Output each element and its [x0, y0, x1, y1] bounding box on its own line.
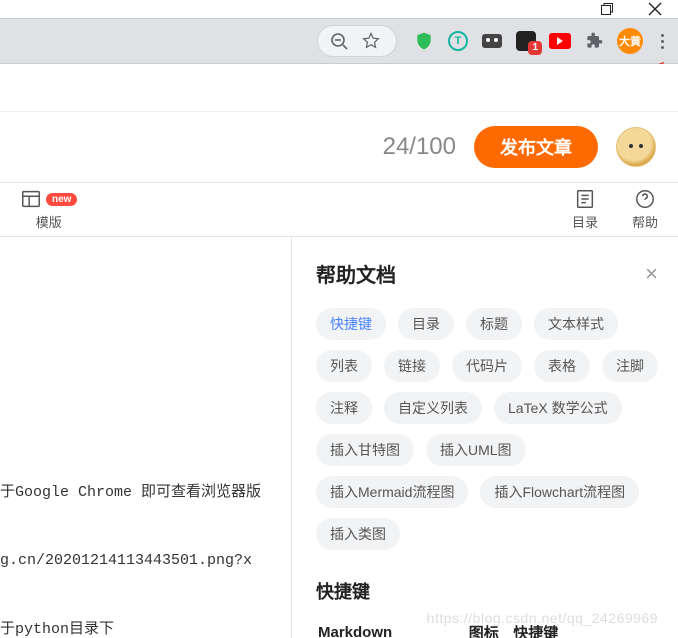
window-controls	[596, 0, 678, 18]
char-count: 24/100	[383, 133, 456, 161]
help-pill[interactable]: 代码片	[452, 350, 522, 382]
profile-avatar[interactable]: 大黄	[617, 28, 643, 54]
help-pill[interactable]: 插入甘特图	[316, 434, 414, 466]
new-badge: new	[46, 193, 77, 206]
publish-button[interactable]: 发布文章	[474, 126, 598, 168]
shortcut-table: Markdown 图标 快捷键 撤销↺Ctrl / ⌘ + Z重做↻Ctrl /…	[316, 620, 658, 638]
zoom-out-icon[interactable]	[328, 30, 350, 52]
close-window-icon[interactable]	[644, 0, 666, 20]
extension-incognito-icon[interactable]	[481, 30, 503, 52]
help-pill[interactable]: 注释	[316, 392, 372, 424]
shortcut-section-title: 快捷键	[316, 578, 658, 604]
editor-text-block-2: 于python目录下	[0, 574, 114, 638]
restore-window-icon[interactable]	[596, 0, 618, 20]
help-panel-title: 帮助文档	[316, 259, 396, 288]
extension-shield-icon[interactable]	[413, 30, 435, 52]
help-pill[interactable]: 链接	[384, 350, 440, 382]
extensions-puzzle-icon[interactable]	[583, 30, 605, 52]
extension-circle-t-icon[interactable]: T	[447, 30, 469, 52]
extension-badge-count: 1	[528, 41, 542, 55]
help-pill[interactable]: 文本样式	[534, 308, 618, 340]
help-pill[interactable]: 插入UML图	[426, 434, 526, 466]
toolbar-toc-label: 目录	[572, 212, 598, 231]
browser-menu-kebab-icon[interactable]	[655, 32, 670, 51]
toolbar-template-label: 模版	[36, 212, 62, 231]
help-pill[interactable]: 插入Flowchart流程图	[480, 476, 639, 508]
extension-youtube-icon[interactable]	[549, 30, 571, 52]
help-pill[interactable]: 目录	[398, 308, 454, 340]
omnibox-actions	[317, 25, 397, 57]
toolbar-toc-button[interactable]: 目录	[572, 188, 598, 231]
toolbar-template-button[interactable]: new 模版	[20, 188, 77, 231]
help-category-pills: 快捷键目录标题文本样式列表链接代码片表格注脚注释自定义列表LaTeX 数学公式插…	[316, 308, 658, 550]
help-close-button[interactable]: ×	[645, 261, 658, 287]
editor-pane[interactable]: 于Google Chrome 即可查看浏览器版 g.cn/20201214113…	[0, 237, 292, 638]
help-pill[interactable]: 快捷键	[316, 308, 386, 340]
bookmark-star-icon[interactable]	[360, 30, 382, 52]
help-pill[interactable]: 注脚	[602, 350, 658, 382]
help-pill[interactable]: 插入Mermaid流程图	[316, 476, 468, 508]
help-pill[interactable]: LaTeX 数学公式	[494, 392, 622, 424]
content-top-bar	[0, 64, 678, 112]
toolbar-help-button[interactable]: 帮助	[632, 188, 658, 231]
extension-dark-badge-icon[interactable]: 1	[515, 30, 537, 52]
user-avatar[interactable]	[616, 127, 656, 167]
profile-avatar-label: 大黄	[619, 33, 641, 49]
help-pill[interactable]: 自定义列表	[384, 392, 482, 424]
editor-header: 24/100 发布文章	[0, 112, 678, 182]
help-pill[interactable]: 列表	[316, 350, 372, 382]
shortcut-th-name: Markdown	[318, 622, 454, 638]
toolbar-help-label: 帮助	[632, 212, 658, 231]
help-pill[interactable]: 标题	[466, 308, 522, 340]
shortcut-th-key: 快捷键	[513, 622, 656, 638]
help-panel: 帮助文档 × 快捷键目录标题文本样式列表链接代码片表格注脚注释自定义列表LaTe…	[292, 237, 678, 638]
editor-toolbar: new 模版 目录 帮助	[0, 182, 678, 237]
browser-toolbar: T 1 大黄	[0, 18, 678, 64]
shortcut-th-icon: 图标	[456, 622, 511, 638]
help-pill[interactable]: 插入类图	[316, 518, 400, 550]
help-pill[interactable]: 表格	[534, 350, 590, 382]
